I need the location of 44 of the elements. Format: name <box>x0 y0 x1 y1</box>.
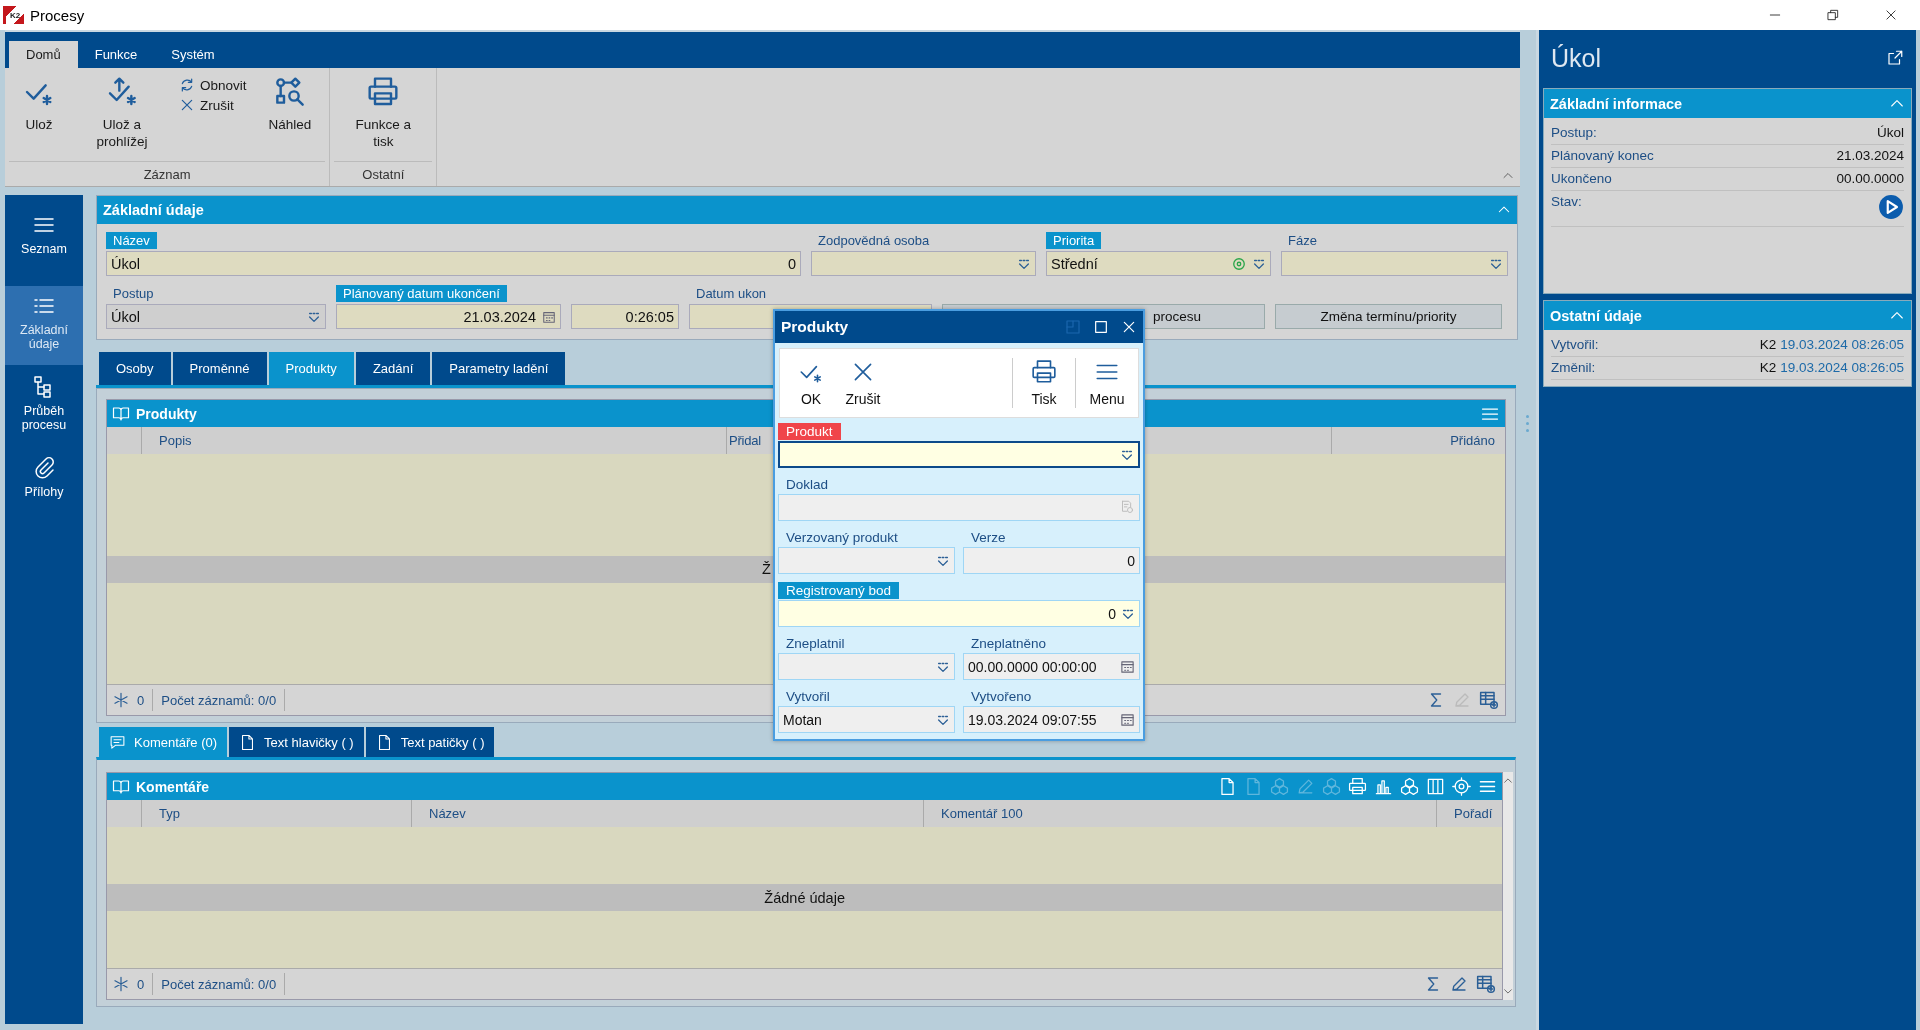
record-count: 0 <box>137 976 145 992</box>
field-label: Vytvořeno <box>970 688 1033 705</box>
info-value: 00.00.0000 <box>1836 171 1904 186</box>
field-label: Zneplatněno <box>970 635 1048 652</box>
info-label: Ukončeno <box>1551 171 1612 186</box>
field-label: Název <box>106 232 157 249</box>
section-title: Základní informace <box>1550 95 1683 112</box>
field-label: Priorita <box>1046 232 1102 249</box>
field-label: Verzovaný produkt <box>785 529 899 546</box>
window-title: Procesy <box>30 6 85 24</box>
record-summary: Počet záznamů: 0/0 <box>161 692 277 708</box>
info-label: Postup: <box>1551 125 1597 140</box>
field-label: Zodpovědná osoba <box>817 232 931 249</box>
record-count: 0 <box>137 692 145 708</box>
field-label: Registrovaný bod <box>778 582 900 599</box>
info-label: Stav: <box>1551 194 1582 209</box>
info-label: Vytvořil: <box>1551 337 1599 352</box>
field-label: Plánovaný datum ukončení <box>336 285 507 302</box>
app-logo: K2 <box>3 6 24 24</box>
info-value: K2 19.03.2024 08:26:05 <box>1759 360 1904 375</box>
record-summary: Počet záznamů: 0/0 <box>161 976 277 992</box>
info-value: 21.03.2024 <box>1836 148 1904 163</box>
panel-title: Úkol <box>1551 43 1601 73</box>
field-label: Produkt <box>778 423 841 440</box>
group-label: Záznam <box>142 165 192 184</box>
empty-message: Žádné údaje <box>764 889 845 906</box>
section-title: Ostatní údaje <box>1550 307 1642 324</box>
field-label: Fáze <box>1287 232 1318 249</box>
info-label: Plánovaný konec <box>1551 148 1654 163</box>
info-label: Změnil: <box>1551 360 1596 375</box>
field-label: Zneplatnil <box>785 635 846 652</box>
panel-title: Komentáře <box>136 778 210 795</box>
field-label: Doklad <box>785 476 830 493</box>
section-title: Základní údaje <box>103 202 204 218</box>
empty-message: Ž <box>762 561 771 577</box>
field-label: Postup <box>112 285 155 302</box>
panel-title: Produkty <box>136 405 197 422</box>
dialog-title: Produkty <box>781 318 849 336</box>
field-label: Datum ukon <box>695 285 768 302</box>
field-label: Vytvořil <box>785 688 831 705</box>
group-label: Ostatní <box>361 165 406 184</box>
field-label: Verze <box>970 529 1007 546</box>
info-value: Úkol <box>1877 125 1904 140</box>
info-value: K2 19.03.2024 08:26:05 <box>1759 337 1904 352</box>
